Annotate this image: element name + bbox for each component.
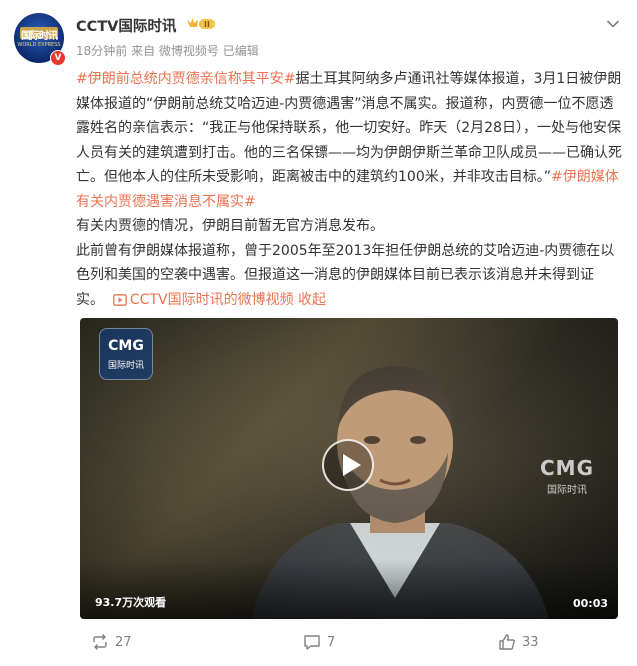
like-count: 33 [522,634,539,650]
paragraph-1-text: 据土耳其阿纳多卢通讯社等媒体报道，3月1日被伊朗媒体报道的“伊朗前总统艾哈迈迪-… [76,71,622,185]
video-duration: 00:03 [572,597,608,610]
crown-icon[interactable]: II [186,16,216,36]
repost-icon [93,634,107,650]
cmg-watermark: CMG 国际时讯 [540,456,594,496]
comment-button[interactable]: 7 [303,628,335,656]
cmg-logo: CMG 国际时讯 [99,328,153,380]
comment-count: 7 [327,634,336,650]
post-actions: 27 7 33 [0,628,637,656]
cmg-watermark-line1: CMG [540,456,594,480]
video-bottom-shade [80,559,618,619]
repost-button[interactable]: 27 [91,628,132,656]
comment-icon [304,635,320,650]
hashtag-1[interactable]: #伊朗前总统内贾德亲信称其平安# [76,71,295,87]
cmg-logo-line2: 国际时讯 [107,361,144,371]
paragraph-3: 此前曾有伊朗媒体报道称，曾于2005年至2013年担任伊朗总统的艾哈迈迪-内贾德… [76,239,622,313]
like-icon [499,634,515,650]
play-icon [113,293,127,306]
post-meta: 18分钟前 来自 微博视频号 已编辑 [76,44,259,58]
video-link[interactable]: CCTV国际时讯的微博视频 [113,292,294,308]
weibo-post-card: 国际时讯 WORLD EXPRESS V CCTV国际时讯 II 18分钟前 来… [0,0,637,666]
paragraph-1: #伊朗前总统内贾德亲信称其平安#据土耳其阿纳多卢通讯社等媒体报道，3月1日被伊朗… [76,67,622,214]
svg-text:II: II [204,20,210,29]
post-text: #伊朗前总统内贾德亲信称其平安#据土耳其阿纳多卢通讯社等媒体报道，3月1日被伊朗… [76,67,622,312]
like-button[interactable]: 33 [498,628,539,656]
cmg-logo-line1: CMG [108,338,144,354]
video-player[interactable]: CMG 国际时讯 CMG 国际时讯 93.7万次观看 00:03 [80,318,618,619]
author-name[interactable]: CCTV国际时讯 [76,15,176,36]
avatar-text: 国际时讯 [21,31,58,42]
paragraph-2: 有关内贾德的情况，伊朗目前暂无官方消息发布。 [76,218,384,234]
video-link-label: CCTV国际时讯的微博视频 [129,291,294,308]
chevron-down-icon[interactable] [606,14,620,33]
view-count: 93.7万次观看 [95,596,167,609]
cmg-watermark-line2: 国际时讯 [547,485,587,496]
collapse-link[interactable]: 收起 [298,292,326,308]
repost-count: 27 [115,634,132,650]
verified-badge-icon: V [50,50,66,66]
play-button-icon[interactable] [322,439,374,491]
avatar-subtext: WORLD EXPRESS [17,42,61,48]
